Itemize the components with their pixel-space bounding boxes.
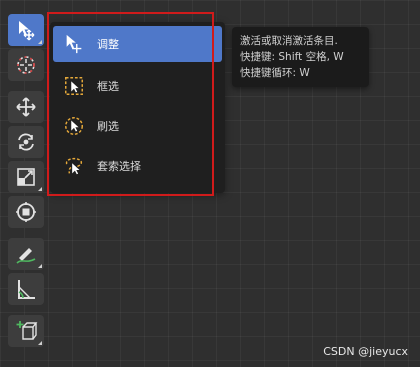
tooltip-cycle-shortcut: 快捷键循环: W	[240, 67, 310, 79]
transform-icon	[16, 202, 36, 222]
select-cursor-icon	[19, 21, 35, 41]
rotate-tool-button[interactable]	[8, 126, 44, 158]
watermark: CSDN @jieyucx	[323, 345, 408, 358]
tooltip-description: 激活或取消激活条目.	[240, 35, 338, 47]
annotate-pencil-icon	[16, 248, 36, 264]
tooltip-shortcut: 快捷键: Shift 空格, W	[240, 51, 344, 63]
move-tool-button[interactable]	[8, 91, 44, 123]
tool-shelf	[8, 14, 48, 350]
select-tool-button[interactable]	[8, 14, 44, 46]
add-cube-tool-button[interactable]	[8, 315, 44, 347]
transform-tool-button[interactable]	[8, 196, 44, 228]
annotate-tool-button[interactable]	[8, 238, 44, 270]
highlight-frame	[47, 12, 214, 196]
scale-tool-button[interactable]	[8, 161, 44, 193]
scale-icon	[17, 168, 35, 186]
rotate-icon	[18, 133, 34, 151]
tooltip: 激活或取消激活条目. 快捷键: Shift 空格, W 快捷键循环: W	[232, 27, 369, 87]
cursor-target-icon	[17, 56, 35, 74]
move-arrows-icon	[16, 97, 36, 117]
add-cube-icon	[16, 321, 38, 340]
cursor-tool-button[interactable]	[8, 49, 44, 81]
measure-tool-button[interactable]	[8, 273, 44, 305]
measure-icon	[18, 280, 35, 299]
